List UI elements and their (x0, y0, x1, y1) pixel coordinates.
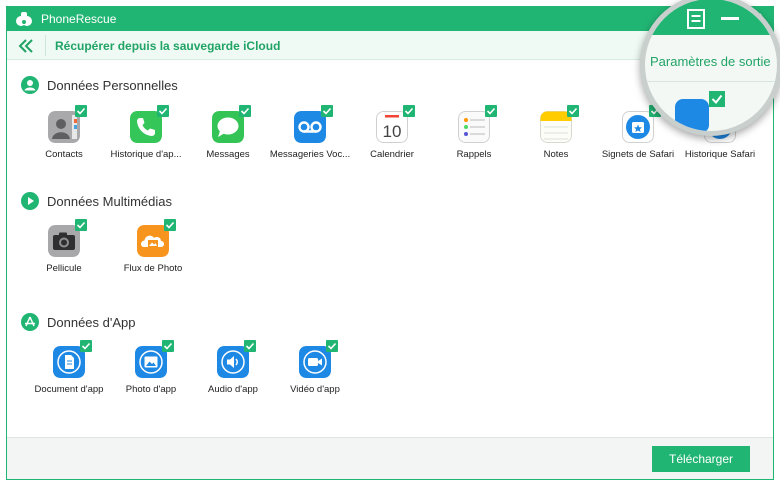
checkbox-checked-icon[interactable] (567, 105, 579, 117)
checkbox-checked-icon[interactable] (326, 340, 338, 352)
section-title: Données Multimédias (47, 193, 173, 209)
checkbox-checked-icon[interactable] (403, 105, 415, 117)
checkbox-checked-icon[interactable] (321, 105, 333, 117)
item-label: Flux de Photo (123, 263, 183, 274)
section-multimedia-data: Données Multimédias (21, 190, 172, 212)
checkbox-checked-icon[interactable] (244, 340, 256, 352)
checkbox-checked-icon[interactable] (239, 105, 251, 117)
item-label: Document d'app (34, 384, 104, 395)
item-call-history[interactable]: Historique d'ap... (104, 105, 188, 171)
checkbox-checked-icon[interactable] (75, 105, 87, 117)
item-app-document[interactable]: Document d'app (27, 340, 111, 406)
item-label: Signets de Safari (601, 149, 675, 160)
output-settings-link[interactable]: Paramètres de sortie (650, 54, 771, 69)
section-title: Données Personnelles (47, 77, 178, 93)
magnified-title-bar (645, 0, 777, 35)
checkbox-checked-icon[interactable] (157, 105, 169, 117)
app-store-icon (21, 313, 39, 331)
checkbox-checked-icon[interactable] (75, 219, 87, 231)
item-reminders[interactable]: Rappels (432, 105, 516, 171)
menu-icon[interactable] (685, 9, 707, 29)
item-contacts[interactable]: Contacts (22, 105, 106, 171)
section-app-data: Données d'App (21, 311, 136, 333)
item-label: Calendrier (370, 149, 414, 160)
window-title: PhoneRescue (41, 12, 117, 26)
magnifier-overlay: Paramètres de sortie (640, 0, 780, 136)
safari-history-icon (675, 99, 709, 131)
back-icon[interactable] (17, 37, 35, 55)
item-messages[interactable]: Messages (186, 105, 270, 171)
item-app-audio[interactable]: Audio d'app (191, 340, 275, 406)
section-title: Données d'App (47, 314, 136, 330)
item-label: Vidéo d'app (290, 384, 340, 395)
item-camera-roll[interactable]: Pellicule (22, 219, 106, 285)
item-label: Pellicule (46, 263, 82, 274)
checkbox-checked-icon[interactable] (485, 105, 497, 117)
item-label: Historique d'ap... (110, 149, 182, 160)
item-label: Notes (543, 149, 569, 160)
item-label: Messageries Voc... (269, 149, 351, 160)
item-app-video[interactable]: Vidéo d'app (273, 340, 357, 406)
checkbox-checked-icon[interactable] (162, 340, 174, 352)
item-label: Audio d'app (208, 384, 258, 395)
item-notes[interactable]: Notes (514, 105, 598, 171)
footer-bar: Télécharger (7, 437, 773, 479)
checkbox-checked-icon[interactable] (164, 219, 176, 231)
item-label: Rappels (456, 149, 492, 160)
checkbox-checked-icon[interactable] (80, 340, 92, 352)
item-voicemail[interactable]: Messageries Voc... (268, 105, 352, 171)
person-icon (21, 76, 39, 94)
item-label: Messages (206, 149, 250, 160)
item-label: Contacts (45, 149, 83, 160)
header-divider (45, 35, 46, 56)
magnified-divider (645, 81, 777, 82)
item-calendar[interactable]: 10 Calendrier (350, 105, 434, 171)
page-title: Récupérer depuis la sauvegarde iCloud (55, 39, 281, 53)
section-personal-data: Données Personnelles (21, 74, 178, 96)
download-button[interactable]: Télécharger (652, 446, 750, 472)
phonerescue-logo-icon (16, 12, 32, 26)
item-photo-stream[interactable]: Flux de Photo (111, 219, 195, 285)
minimize-icon[interactable] (721, 17, 739, 20)
checkbox-checked-icon (709, 91, 725, 107)
item-app-photo[interactable]: Photo d'app (109, 340, 193, 406)
play-icon (21, 192, 39, 210)
calendar-day: 10 (383, 122, 402, 141)
item-label: Photo d'app (125, 384, 177, 395)
item-label: Historique Safari (684, 149, 756, 160)
